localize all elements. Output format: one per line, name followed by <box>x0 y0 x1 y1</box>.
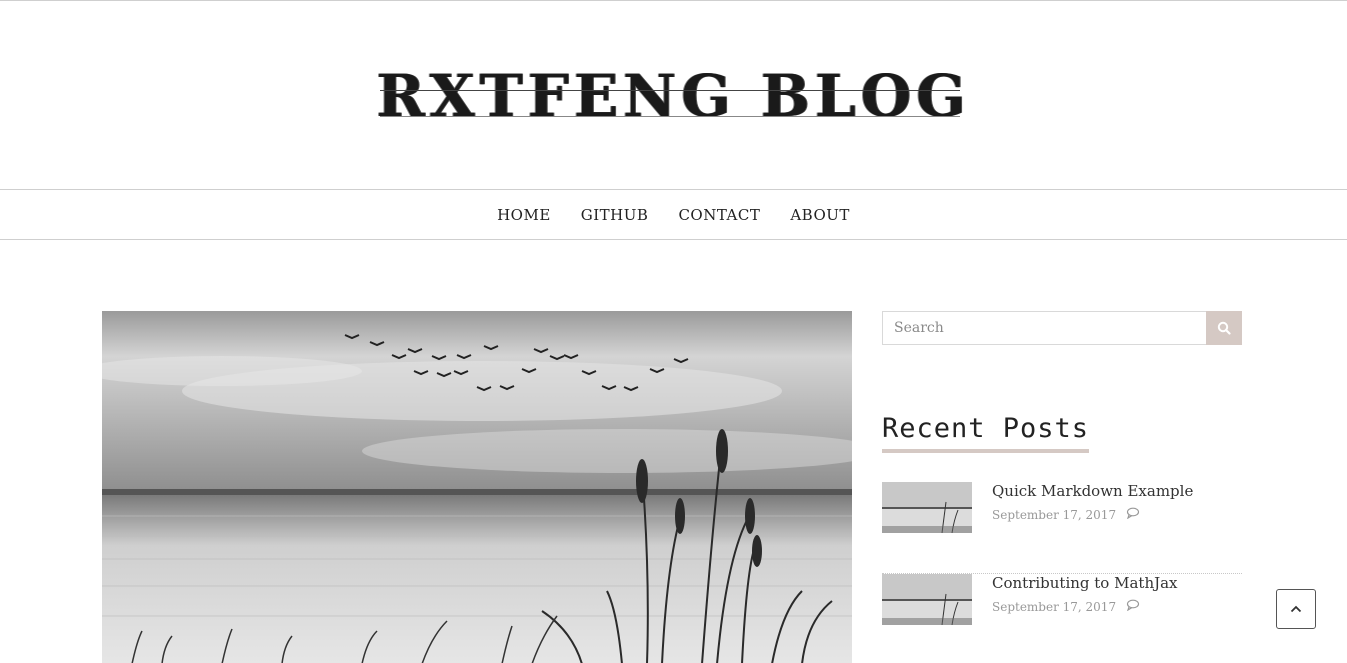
post-date: September 17, 2017 <box>992 599 1117 614</box>
post-date: September 17, 2017 <box>992 507 1117 522</box>
featured-image[interactable] <box>102 311 852 663</box>
sidebar: Recent Posts Quick Markdown Example Sept… <box>882 311 1242 625</box>
logo-decoration-line <box>380 116 960 117</box>
logo-decoration-line <box>380 90 960 91</box>
nav-item-contact[interactable]: CONTACT <box>678 206 760 224</box>
post-title[interactable]: Contributing to MathJax <box>992 574 1178 592</box>
lake-landscape-image <box>102 311 852 663</box>
nav-item-home[interactable]: HOME <box>497 206 551 224</box>
nav-item-github[interactable]: GITHUB <box>581 206 649 224</box>
post-thumbnail[interactable] <box>882 482 972 533</box>
recent-post-item[interactable]: Contributing to MathJax September 17, 20… <box>882 574 1242 663</box>
comment-icon[interactable] <box>1126 507 1140 522</box>
search-button[interactable] <box>1206 311 1242 345</box>
post-title[interactable]: Quick Markdown Example <box>992 482 1193 500</box>
post-thumbnail-image <box>882 574 972 625</box>
post-thumbnail-image <box>882 482 972 533</box>
comment-icon[interactable] <box>1126 599 1140 614</box>
search-input[interactable] <box>882 311 1206 345</box>
post-thumbnail[interactable] <box>882 574 972 625</box>
post-meta: September 17, 2017 <box>992 599 1140 614</box>
chevron-up-icon <box>1290 605 1302 613</box>
recent-posts-title: Recent Posts <box>882 411 1090 453</box>
recent-post-item[interactable]: Quick Markdown Example September 17, 201… <box>882 482 1242 574</box>
nav-item-about[interactable]: ABOUT <box>790 206 850 224</box>
page: RXTFENG BLOG HOME GITHUB CONTACT ABOUT S… <box>0 0 1347 663</box>
search-icon <box>1217 321 1231 335</box>
main-nav: HOME GITHUB CONTACT ABOUT <box>0 189 1347 240</box>
site-logo[interactable]: RXTFENG BLOG <box>0 61 1347 131</box>
search-form <box>882 311 1242 345</box>
site-header: RXTFENG BLOG <box>0 1 1347 189</box>
post-meta: September 17, 2017 <box>992 507 1140 522</box>
back-to-top-button[interactable] <box>1276 589 1316 629</box>
